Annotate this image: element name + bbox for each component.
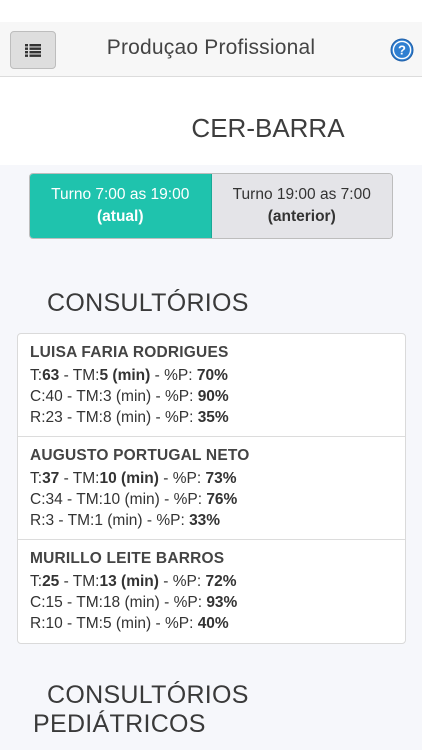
list-item[interactable]: AUGUSTO PORTUGAL NETO T:37 - TM:10 (min)… bbox=[18, 437, 405, 540]
shift-selector: Turno 7:00 as 19:00 (atual) Turno 19:00 … bbox=[29, 173, 393, 239]
total-line: T:25 - TM:13 (min) - %P: 72% bbox=[30, 573, 237, 590]
nav-bar: Produçao Profissional ? bbox=[0, 22, 422, 77]
section-title-pediatricos-line2: PEDIÁTRICOS bbox=[33, 710, 206, 738]
professional-name: MURILLO LEITE BARROS bbox=[30, 550, 225, 567]
return-line: R:10 - TM:5 (min) - %P: 40% bbox=[30, 615, 229, 632]
shift-current-tag: (atual) bbox=[97, 208, 144, 225]
total-line: T:37 - TM:10 (min) - %P: 73% bbox=[30, 470, 237, 487]
menu-button[interactable] bbox=[10, 31, 56, 69]
section-title-consultorios: CONSULTÓRIOS bbox=[47, 289, 249, 317]
list-icon bbox=[25, 43, 41, 57]
shift-current-button[interactable]: Turno 7:00 as 19:00 (atual) bbox=[30, 174, 212, 238]
shift-previous-tag: (anterior) bbox=[267, 208, 336, 225]
unit-name: CER-BARRA bbox=[191, 113, 345, 143]
consult-line: C:40 - TM:3 (min) - %P: 90% bbox=[30, 388, 229, 405]
total-line: T:63 - TM:5 (min) - %P: 70% bbox=[30, 367, 228, 384]
shift-previous-button[interactable]: Turno 19:00 as 7:00 (anterior) bbox=[211, 174, 392, 238]
return-line: R:3 - TM:1 (min) - %P: 33% bbox=[30, 512, 221, 529]
list-item[interactable]: LUISA FARIA RODRIGUES T:63 - TM:5 (min) … bbox=[18, 334, 405, 437]
shift-previous-time: Turno 19:00 as 7:00 bbox=[232, 186, 371, 203]
list-item[interactable]: MURILLO LEITE BARROS T:25 - TM:13 (min) … bbox=[18, 540, 405, 643]
consult-line: C:15 - TM:18 (min) - %P: 93% bbox=[30, 594, 238, 611]
return-line: R:23 - TM:8 (min) - %P: 35% bbox=[30, 409, 229, 426]
professional-list: LUISA FARIA RODRIGUES T:63 - TM:5 (min) … bbox=[17, 333, 406, 644]
professional-name: AUGUSTO PORTUGAL NETO bbox=[30, 447, 250, 464]
shift-current-time: Turno 7:00 as 19:00 bbox=[51, 186, 190, 203]
question-circle-icon[interactable]: ? bbox=[390, 38, 414, 62]
professional-name: LUISA FARIA RODRIGUES bbox=[30, 344, 229, 361]
status-bar bbox=[0, 0, 422, 22]
svg-text:?: ? bbox=[398, 43, 406, 58]
page-title: Produçao Profissional bbox=[106, 36, 316, 59]
section-title-pediatricos-line1: CONSULTÓRIOS bbox=[47, 681, 249, 709]
consult-line: C:34 - TM:10 (min) - %P: 76% bbox=[30, 491, 238, 508]
unit-header: CER-BARRA bbox=[0, 77, 422, 165]
